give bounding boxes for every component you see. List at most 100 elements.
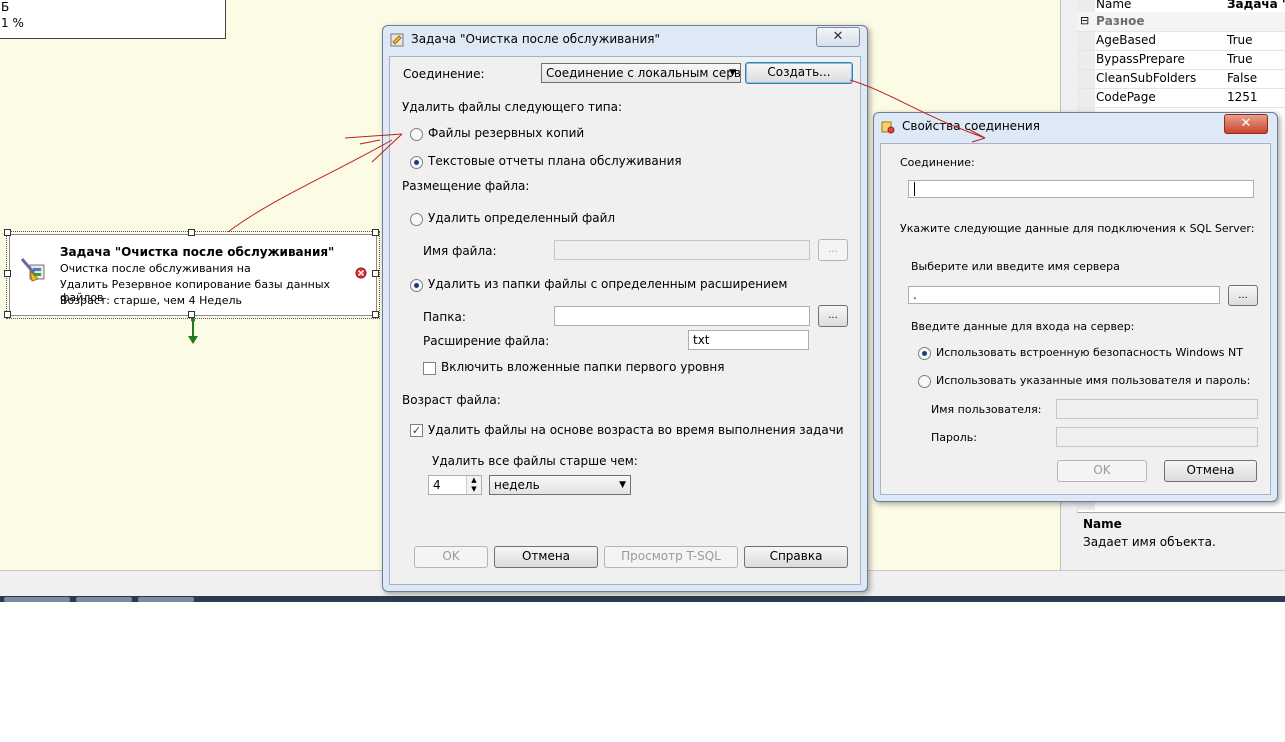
taskbar-button[interactable] bbox=[4, 597, 70, 602]
windows-auth-radio[interactable] bbox=[918, 347, 931, 360]
view-tsql-button[interactable]: Просмотр T-SQL bbox=[604, 546, 738, 568]
help-button[interactable]: Справка bbox=[744, 546, 848, 568]
age-label: Возраст файла: bbox=[402, 393, 501, 407]
taskbar-button[interactable] bbox=[76, 597, 132, 602]
resize-handle[interactable] bbox=[4, 229, 11, 236]
precedence-arrow-icon[interactable] bbox=[186, 318, 200, 346]
resize-handle[interactable] bbox=[372, 270, 379, 277]
designer-top-box: Б 1 % bbox=[0, 0, 226, 39]
task-line-1: Очистка после обслуживания на bbox=[60, 262, 251, 275]
server-label: Выберите или введите имя сервера bbox=[911, 260, 1120, 273]
top-box-line-1: Б bbox=[1, 0, 10, 14]
property-key: CodePage bbox=[1096, 90, 1156, 104]
connection-icon bbox=[881, 121, 895, 134]
cleanup-task-dialog: Задача "Очистка после обслуживания" ✕ Со… bbox=[382, 25, 868, 592]
cancel-button[interactable]: Отмена bbox=[494, 546, 598, 568]
folder-label: Папка: bbox=[423, 310, 466, 324]
file-browse-button[interactable]: ... bbox=[818, 239, 848, 261]
task-title: Задача "Очистка после обслуживания" bbox=[60, 245, 335, 259]
resize-handle[interactable] bbox=[188, 311, 195, 318]
description-text: Задает имя объекта. bbox=[1083, 535, 1216, 549]
property-key: CleanSubFolders bbox=[1096, 71, 1197, 85]
resize-handle[interactable] bbox=[4, 270, 11, 277]
extension-input[interactable]: txt bbox=[688, 330, 809, 350]
windows-auth-label[interactable]: Использовать встроенную безопасность Win… bbox=[936, 346, 1243, 359]
resize-handle[interactable] bbox=[372, 311, 379, 318]
ok-button[interactable]: OK bbox=[1057, 460, 1147, 482]
property-description: Name Задает имя объекта. bbox=[1077, 512, 1285, 571]
resize-handle[interactable] bbox=[188, 229, 195, 236]
login-label: Введите данные для входа на сервер: bbox=[911, 320, 1135, 333]
reports-label[interactable]: Текстовые отчеты плана обслуживания bbox=[428, 154, 682, 168]
property-value: True bbox=[1227, 33, 1253, 47]
dialog-body: Соединение: Соединение с локальным серве… bbox=[389, 56, 861, 585]
older-than-label: Удалить все файлы старше чем: bbox=[432, 454, 638, 468]
sql-auth-radio[interactable] bbox=[918, 375, 931, 388]
age-based-checkbox[interactable]: ✓ bbox=[410, 424, 423, 437]
username-input[interactable] bbox=[1056, 399, 1258, 419]
dialog-title: Задача "Очистка после обслуживания" bbox=[411, 32, 660, 46]
folder-browse-button[interactable]: ... bbox=[818, 305, 848, 327]
description-title: Name bbox=[1083, 517, 1122, 531]
connection-name-input[interactable] bbox=[908, 180, 1254, 198]
chevron-down-icon: ▼ bbox=[729, 68, 736, 78]
dialog-title: Свойства соединения bbox=[902, 119, 1040, 133]
reports-radio[interactable] bbox=[410, 156, 423, 169]
server-browse-button[interactable]: ... bbox=[1228, 285, 1258, 306]
connection-select[interactable]: Соединение с локальным серве ▼ bbox=[541, 63, 741, 83]
connection-properties-dialog: Свойства соединения ✕ Соединение: Укажит… bbox=[873, 112, 1278, 502]
ok-button[interactable]: OK bbox=[414, 546, 488, 568]
delete-from-folder-label[interactable]: Удалить из папки файлы с определенным ра… bbox=[428, 277, 787, 291]
backup-files-label[interactable]: Файлы резервных копий bbox=[428, 126, 584, 140]
password-label: Пароль: bbox=[931, 431, 977, 444]
close-button[interactable]: ✕ bbox=[816, 27, 860, 47]
file-name-label: Имя файла: bbox=[423, 244, 497, 258]
resize-handle[interactable] bbox=[372, 229, 379, 236]
file-name-input[interactable] bbox=[554, 240, 810, 260]
property-row[interactable]: BypassPrepare True bbox=[1077, 50, 1285, 70]
age-unit-select[interactable]: недель ▼ bbox=[489, 475, 631, 495]
delete-from-folder-radio[interactable] bbox=[410, 279, 423, 292]
error-icon bbox=[355, 267, 367, 279]
chevron-down-icon: ▼ bbox=[619, 480, 626, 490]
property-row[interactable]: CleanSubFolders False bbox=[1077, 69, 1285, 89]
resize-handle[interactable] bbox=[4, 311, 11, 318]
age-number-stepper[interactable]: 4 ▲ ▼ bbox=[428, 475, 482, 495]
password-input[interactable] bbox=[1056, 427, 1258, 447]
collapse-icon[interactable]: ⊟ bbox=[1080, 12, 1089, 30]
cleanup-task-icon bbox=[20, 258, 45, 282]
create-connection-button[interactable]: Создать... bbox=[745, 62, 853, 84]
dialog-body: Соединение: Укажите следующие данные для… bbox=[880, 143, 1271, 495]
age-based-label[interactable]: Удалить файлы на основе возраста во врем… bbox=[428, 423, 844, 437]
property-value: 1251 bbox=[1227, 90, 1258, 104]
dialog-task-icon bbox=[390, 33, 404, 47]
close-button[interactable]: ✕ bbox=[1224, 114, 1268, 134]
spin-arrows-icon[interactable]: ▲ ▼ bbox=[466, 476, 481, 494]
connection-label: Соединение: bbox=[403, 67, 485, 81]
property-key: AgeBased bbox=[1096, 33, 1157, 47]
property-value: False bbox=[1227, 71, 1258, 85]
age-unit-value: недель bbox=[494, 478, 540, 492]
taskbar-button[interactable] bbox=[138, 597, 194, 602]
top-box-line-2: 1 % bbox=[1, 16, 24, 30]
sql-auth-label[interactable]: Использовать указанные имя пользователя … bbox=[936, 374, 1250, 387]
placement-label: Размещение файла: bbox=[402, 179, 530, 193]
task-line-3: Возраст: старше, чем 4 Недель bbox=[60, 294, 242, 307]
delete-specific-file-label[interactable]: Удалить определенный файл bbox=[428, 211, 615, 225]
server-name-input[interactable]: . bbox=[908, 286, 1220, 304]
connection-label: Соединение: bbox=[900, 156, 975, 169]
property-value: True bbox=[1227, 52, 1253, 66]
backup-files-radio[interactable] bbox=[410, 128, 423, 141]
cancel-button[interactable]: Отмена bbox=[1164, 460, 1257, 482]
property-category-row[interactable]: ⊟ Разное bbox=[1077, 12, 1285, 32]
include-subfolders-label[interactable]: Включить вложенные папки первого уровня bbox=[441, 360, 724, 374]
username-label: Имя пользователя: bbox=[931, 403, 1042, 416]
include-subfolders-checkbox[interactable] bbox=[423, 362, 436, 375]
delete-specific-file-radio[interactable] bbox=[410, 213, 423, 226]
age-number-value: 4 bbox=[433, 478, 441, 492]
specify-label: Укажите следующие данные для подключения… bbox=[900, 222, 1255, 235]
property-row[interactable]: CodePage 1251 bbox=[1077, 88, 1285, 108]
property-row[interactable]: AgeBased True bbox=[1077, 31, 1285, 51]
folder-input[interactable] bbox=[554, 306, 810, 326]
cleanup-task-shape[interactable]: Задача "Очистка после обслуживания" Очис… bbox=[4, 229, 380, 319]
